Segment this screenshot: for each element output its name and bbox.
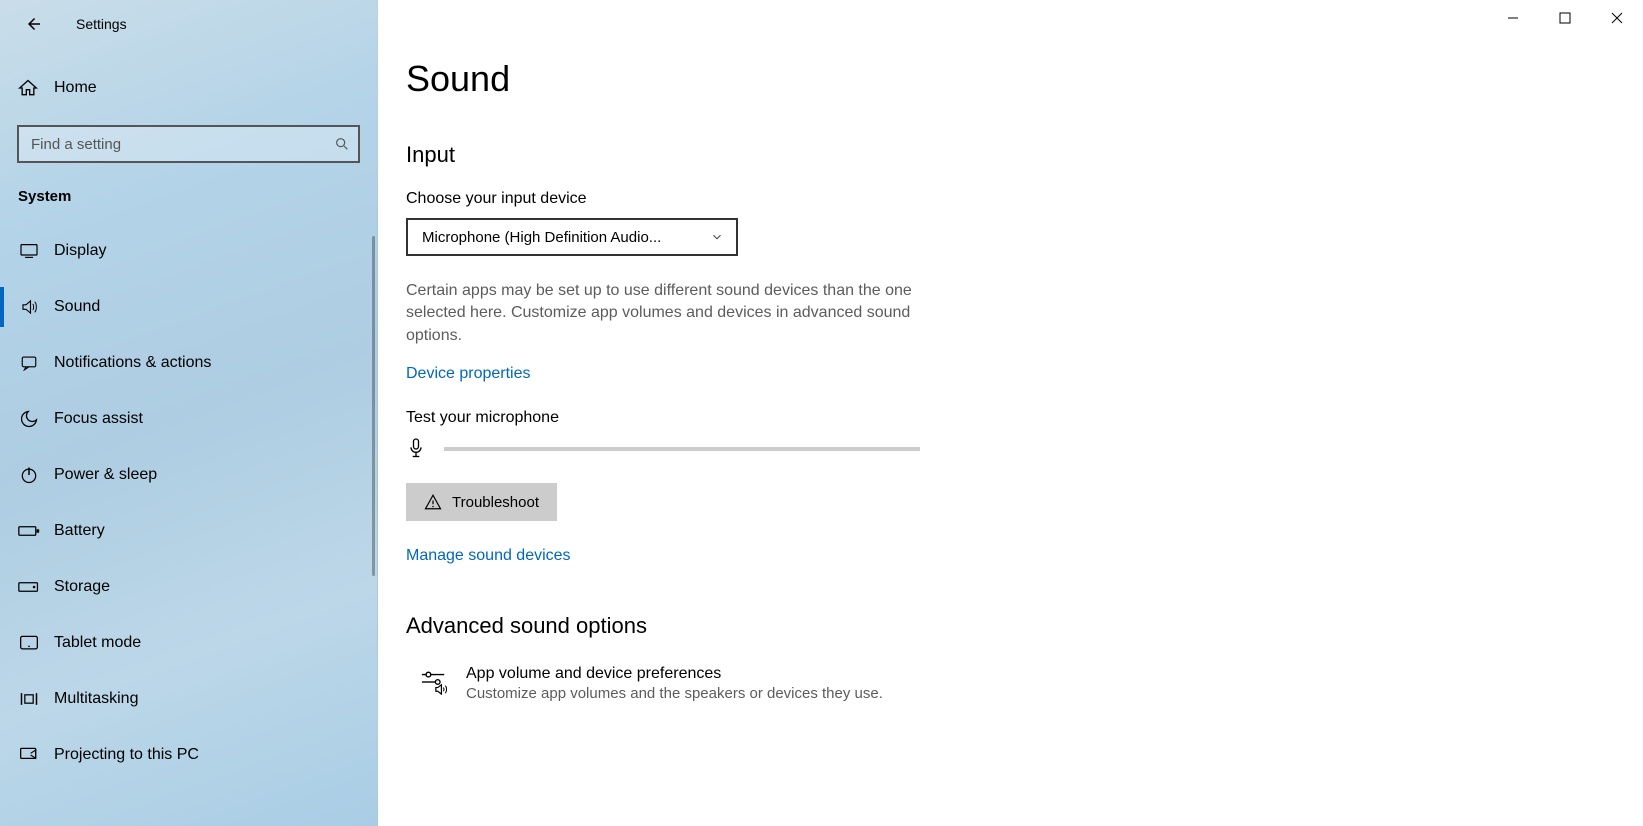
sidebar-section-label: System: [18, 188, 377, 205]
sidebar-item-label: Storage: [54, 578, 110, 596]
maximize-icon: [1559, 12, 1571, 24]
maximize-button[interactable]: [1539, 0, 1591, 36]
sidebar-item-label: Battery: [54, 522, 105, 540]
sidebar-item-storage[interactable]: Storage: [0, 559, 377, 615]
app-volume-preferences-row[interactable]: App volume and device preferences Custom…: [406, 665, 1643, 702]
warning-icon: [424, 493, 442, 511]
search-box[interactable]: [18, 126, 359, 162]
sidebar: Settings Home System Display Sound: [0, 0, 378, 826]
sidebar-item-display[interactable]: Display: [0, 223, 377, 279]
sidebar-item-multitasking[interactable]: Multitasking: [0, 671, 377, 727]
storage-icon: [18, 580, 40, 594]
input-help-text: Certain apps may be set up to use differ…: [406, 280, 936, 347]
minimize-button[interactable]: [1487, 0, 1539, 36]
input-section-title: Input: [406, 142, 1643, 168]
search-icon: [334, 136, 350, 152]
window-title: Settings: [76, 16, 127, 32]
sidebar-item-label: Multitasking: [54, 690, 138, 708]
back-arrow-icon: [25, 15, 43, 33]
search-container: [18, 126, 359, 162]
troubleshoot-button-label: Troubleshoot: [452, 494, 539, 511]
advanced-section-title: Advanced sound options: [406, 613, 1643, 639]
sidebar-header: Settings: [0, 0, 377, 48]
sidebar-item-sound[interactable]: Sound: [0, 279, 377, 335]
page-title: Sound: [406, 58, 1643, 100]
microphone-level-row: [406, 437, 1643, 461]
microphone-level-bar: [444, 447, 920, 451]
search-input[interactable]: [31, 136, 334, 153]
sidebar-nav-list: Display Sound Notifications & actions Fo…: [0, 223, 377, 783]
sidebar-home[interactable]: Home: [0, 64, 377, 112]
app-volume-title: App volume and device preferences: [466, 665, 883, 683]
sidebar-item-notifications[interactable]: Notifications & actions: [0, 335, 377, 391]
sidebar-item-power-sleep[interactable]: Power & sleep: [0, 447, 377, 503]
manage-sound-devices-link[interactable]: Manage sound devices: [406, 547, 571, 565]
close-button[interactable]: [1591, 0, 1643, 36]
main-content: Sound Input Choose your input device Mic…: [378, 0, 1643, 826]
display-icon: [18, 243, 40, 259]
home-icon: [18, 78, 40, 98]
close-icon: [1611, 12, 1623, 24]
input-device-value: Microphone (High Definition Audio...: [422, 229, 661, 246]
sidebar-item-label: Power & sleep: [54, 466, 157, 484]
notifications-icon: [18, 354, 40, 372]
sidebar-item-label: Tablet mode: [54, 634, 141, 652]
battery-icon: [18, 524, 40, 538]
focus-assist-icon: [18, 409, 40, 429]
window-controls: [1487, 0, 1643, 36]
chevron-down-icon: [710, 230, 724, 244]
multitasking-icon: [18, 690, 40, 708]
sidebar-item-label: Sound: [54, 298, 100, 316]
troubleshoot-button[interactable]: Troubleshoot: [406, 483, 557, 521]
microphone-icon: [406, 437, 426, 461]
test-microphone-label: Test your microphone: [406, 409, 1643, 427]
sidebar-home-label: Home: [54, 79, 97, 97]
sidebar-item-label: Display: [54, 242, 106, 260]
sidebar-item-projecting[interactable]: Projecting to this PC: [0, 727, 377, 783]
sidebar-item-label: Projecting to this PC: [54, 746, 199, 764]
back-button[interactable]: [18, 8, 50, 40]
sidebar-scrollbar[interactable]: [372, 236, 375, 576]
power-icon: [18, 465, 40, 485]
choose-input-label: Choose your input device: [406, 190, 1643, 208]
tablet-icon: [18, 634, 40, 652]
sidebar-item-battery[interactable]: Battery: [0, 503, 377, 559]
sound-icon: [18, 298, 40, 316]
minimize-icon: [1507, 12, 1519, 24]
projecting-icon: [18, 746, 40, 764]
sidebar-item-focus-assist[interactable]: Focus assist: [0, 391, 377, 447]
app-volume-subtitle: Customize app volumes and the speakers o…: [466, 685, 883, 702]
sidebar-item-label: Notifications & actions: [54, 354, 211, 372]
mixer-icon: [420, 669, 456, 695]
sidebar-item-tablet-mode[interactable]: Tablet mode: [0, 615, 377, 671]
device-properties-link[interactable]: Device properties: [406, 365, 531, 383]
sidebar-item-label: Focus assist: [54, 410, 143, 428]
input-device-dropdown[interactable]: Microphone (High Definition Audio...: [406, 218, 738, 256]
